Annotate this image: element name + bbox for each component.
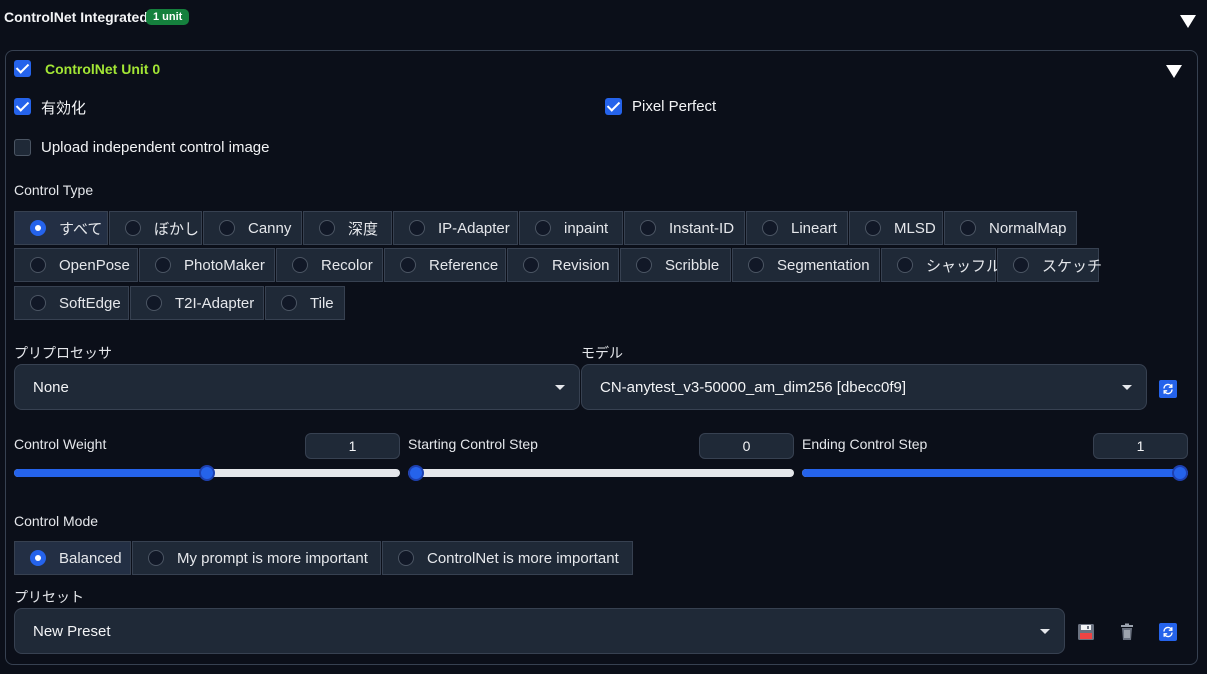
save-preset-icon[interactable]	[1077, 623, 1095, 641]
control-type-option-sketch[interactable]: スケッチ	[997, 248, 1102, 282]
preprocessor-label: プリプロセッサ	[14, 345, 112, 361]
control-weight-slider[interactable]	[14, 465, 400, 481]
control-type-option-normalmap[interactable]: NormalMap	[944, 211, 1077, 245]
collapse-triangle-icon[interactable]	[1180, 15, 1196, 28]
ending-step-input[interactable]: 1	[1093, 433, 1188, 459]
control-type-option-tile[interactable]: Tile	[265, 286, 345, 320]
control-type-option-photomaker[interactable]: PhotoMaker	[139, 248, 275, 282]
radio-icon	[762, 220, 778, 236]
control-weight-label: Control Weight	[14, 436, 107, 452]
accordion-title[interactable]: ControlNet Integrated	[4, 9, 148, 25]
radio-icon	[281, 295, 297, 311]
slider-fill	[14, 469, 207, 477]
control-type-option-instant-id[interactable]: Instant-ID	[624, 211, 745, 245]
control-type-option-shuffle[interactable]: シャッフル	[881, 248, 1001, 282]
control-type-option-all[interactable]: すべて	[14, 211, 108, 245]
control-type-label: Control Type	[14, 182, 94, 198]
radio-icon	[292, 257, 308, 273]
enable-checkbox[interactable]	[14, 98, 31, 115]
delete-preset-icon[interactable]	[1118, 623, 1136, 641]
control-type-option-recolor[interactable]: Recolor	[276, 248, 383, 282]
ending-step-slider[interactable]	[802, 465, 1188, 481]
radio-icon	[535, 220, 551, 236]
model-label: モデル	[581, 345, 623, 361]
radio-icon	[398, 550, 414, 566]
slider-thumb[interactable]	[199, 465, 215, 481]
control-type-option-reference[interactable]: Reference	[384, 248, 506, 282]
control-type-option-mlsd[interactable]: MLSD	[849, 211, 943, 245]
control-type-option-t2i-adapter[interactable]: T2I-Adapter	[130, 286, 264, 320]
control-type-option-softedge[interactable]: SoftEdge	[14, 286, 129, 320]
control-type-option-segmentation[interactable]: Segmentation	[732, 248, 880, 282]
radio-icon	[125, 220, 141, 236]
enable-label[interactable]: 有効化	[41, 97, 86, 118]
radio-icon	[155, 257, 171, 273]
radio-icon	[219, 220, 235, 236]
radio-icon	[409, 220, 425, 236]
model-value: CN-anytest_v3-50000_am_dim256 [dbecc0f9]	[600, 378, 907, 396]
model-dropdown[interactable]: CN-anytest_v3-50000_am_dim256 [dbecc0f9]	[581, 364, 1147, 410]
control-mode-option-controlnet[interactable]: ControlNet is more important	[382, 541, 633, 575]
chevron-down-icon	[1040, 629, 1050, 634]
pixel-perfect-checkbox[interactable]	[605, 98, 622, 115]
radio-selected-icon	[30, 220, 46, 236]
starting-step-input[interactable]: 0	[699, 433, 794, 459]
chevron-down-icon	[555, 385, 565, 390]
control-type-option-openpose[interactable]: OpenPose	[14, 248, 138, 282]
ending-step-label: Ending Control Step	[802, 436, 928, 452]
preprocessor-dropdown[interactable]: None	[14, 364, 580, 410]
radio-icon	[897, 257, 913, 273]
slider-fill	[802, 469, 1188, 477]
radio-icon	[319, 220, 335, 236]
control-mode-option-balanced[interactable]: Balanced	[14, 541, 131, 575]
radio-icon	[30, 295, 46, 311]
preprocessor-value: None	[33, 378, 69, 396]
control-mode-label: Control Mode	[14, 513, 99, 529]
control-type-option-revision[interactable]: Revision	[507, 248, 619, 282]
slider-thumb[interactable]	[408, 465, 424, 481]
unit-enable-checkbox[interactable]	[14, 60, 31, 77]
radio-icon	[400, 257, 416, 273]
pixel-perfect-label[interactable]: Pixel Perfect	[632, 98, 716, 115]
radio-icon	[865, 220, 881, 236]
radio-icon	[960, 220, 976, 236]
control-type-option-inpaint[interactable]: inpaint	[519, 211, 623, 245]
control-type-option-ip-adapter[interactable]: IP-Adapter	[393, 211, 518, 245]
control-weight-input[interactable]: 1	[305, 433, 400, 459]
control-type-option-blur[interactable]: ぼかし	[109, 211, 202, 245]
control-type-option-lineart[interactable]: Lineart	[746, 211, 848, 245]
radio-icon	[148, 550, 164, 566]
radio-icon	[30, 257, 46, 273]
radio-icon	[640, 220, 656, 236]
starting-step-slider[interactable]	[408, 465, 794, 481]
control-type-option-depth[interactable]: 深度	[303, 211, 392, 245]
radio-icon	[1013, 257, 1029, 273]
radio-icon	[523, 257, 539, 273]
preset-dropdown[interactable]: New Preset	[14, 608, 1065, 654]
control-type-option-canny[interactable]: Canny	[203, 211, 302, 245]
unit-collapse-triangle-icon[interactable]	[1166, 65, 1182, 78]
radio-icon	[748, 257, 764, 273]
slider-thumb[interactable]	[1172, 465, 1188, 481]
upload-independent-checkbox[interactable]	[14, 139, 31, 156]
preset-value: New Preset	[33, 622, 111, 640]
radio-icon	[636, 257, 652, 273]
refresh-models-icon[interactable]	[1159, 380, 1177, 398]
upload-independent-label[interactable]: Upload independent control image	[41, 139, 270, 156]
unit-count-badge: 1 unit	[146, 9, 190, 25]
preset-label: プリセット	[14, 589, 84, 605]
unit-title[interactable]: ControlNet Unit 0	[45, 61, 160, 77]
radio-selected-icon	[30, 550, 46, 566]
radio-icon	[146, 295, 162, 311]
refresh-presets-icon[interactable]	[1159, 623, 1177, 641]
control-type-option-scribble[interactable]: Scribble	[620, 248, 731, 282]
control-mode-option-prompt[interactable]: My prompt is more important	[132, 541, 381, 575]
starting-step-label: Starting Control Step	[408, 436, 538, 452]
chevron-down-icon	[1122, 385, 1132, 390]
